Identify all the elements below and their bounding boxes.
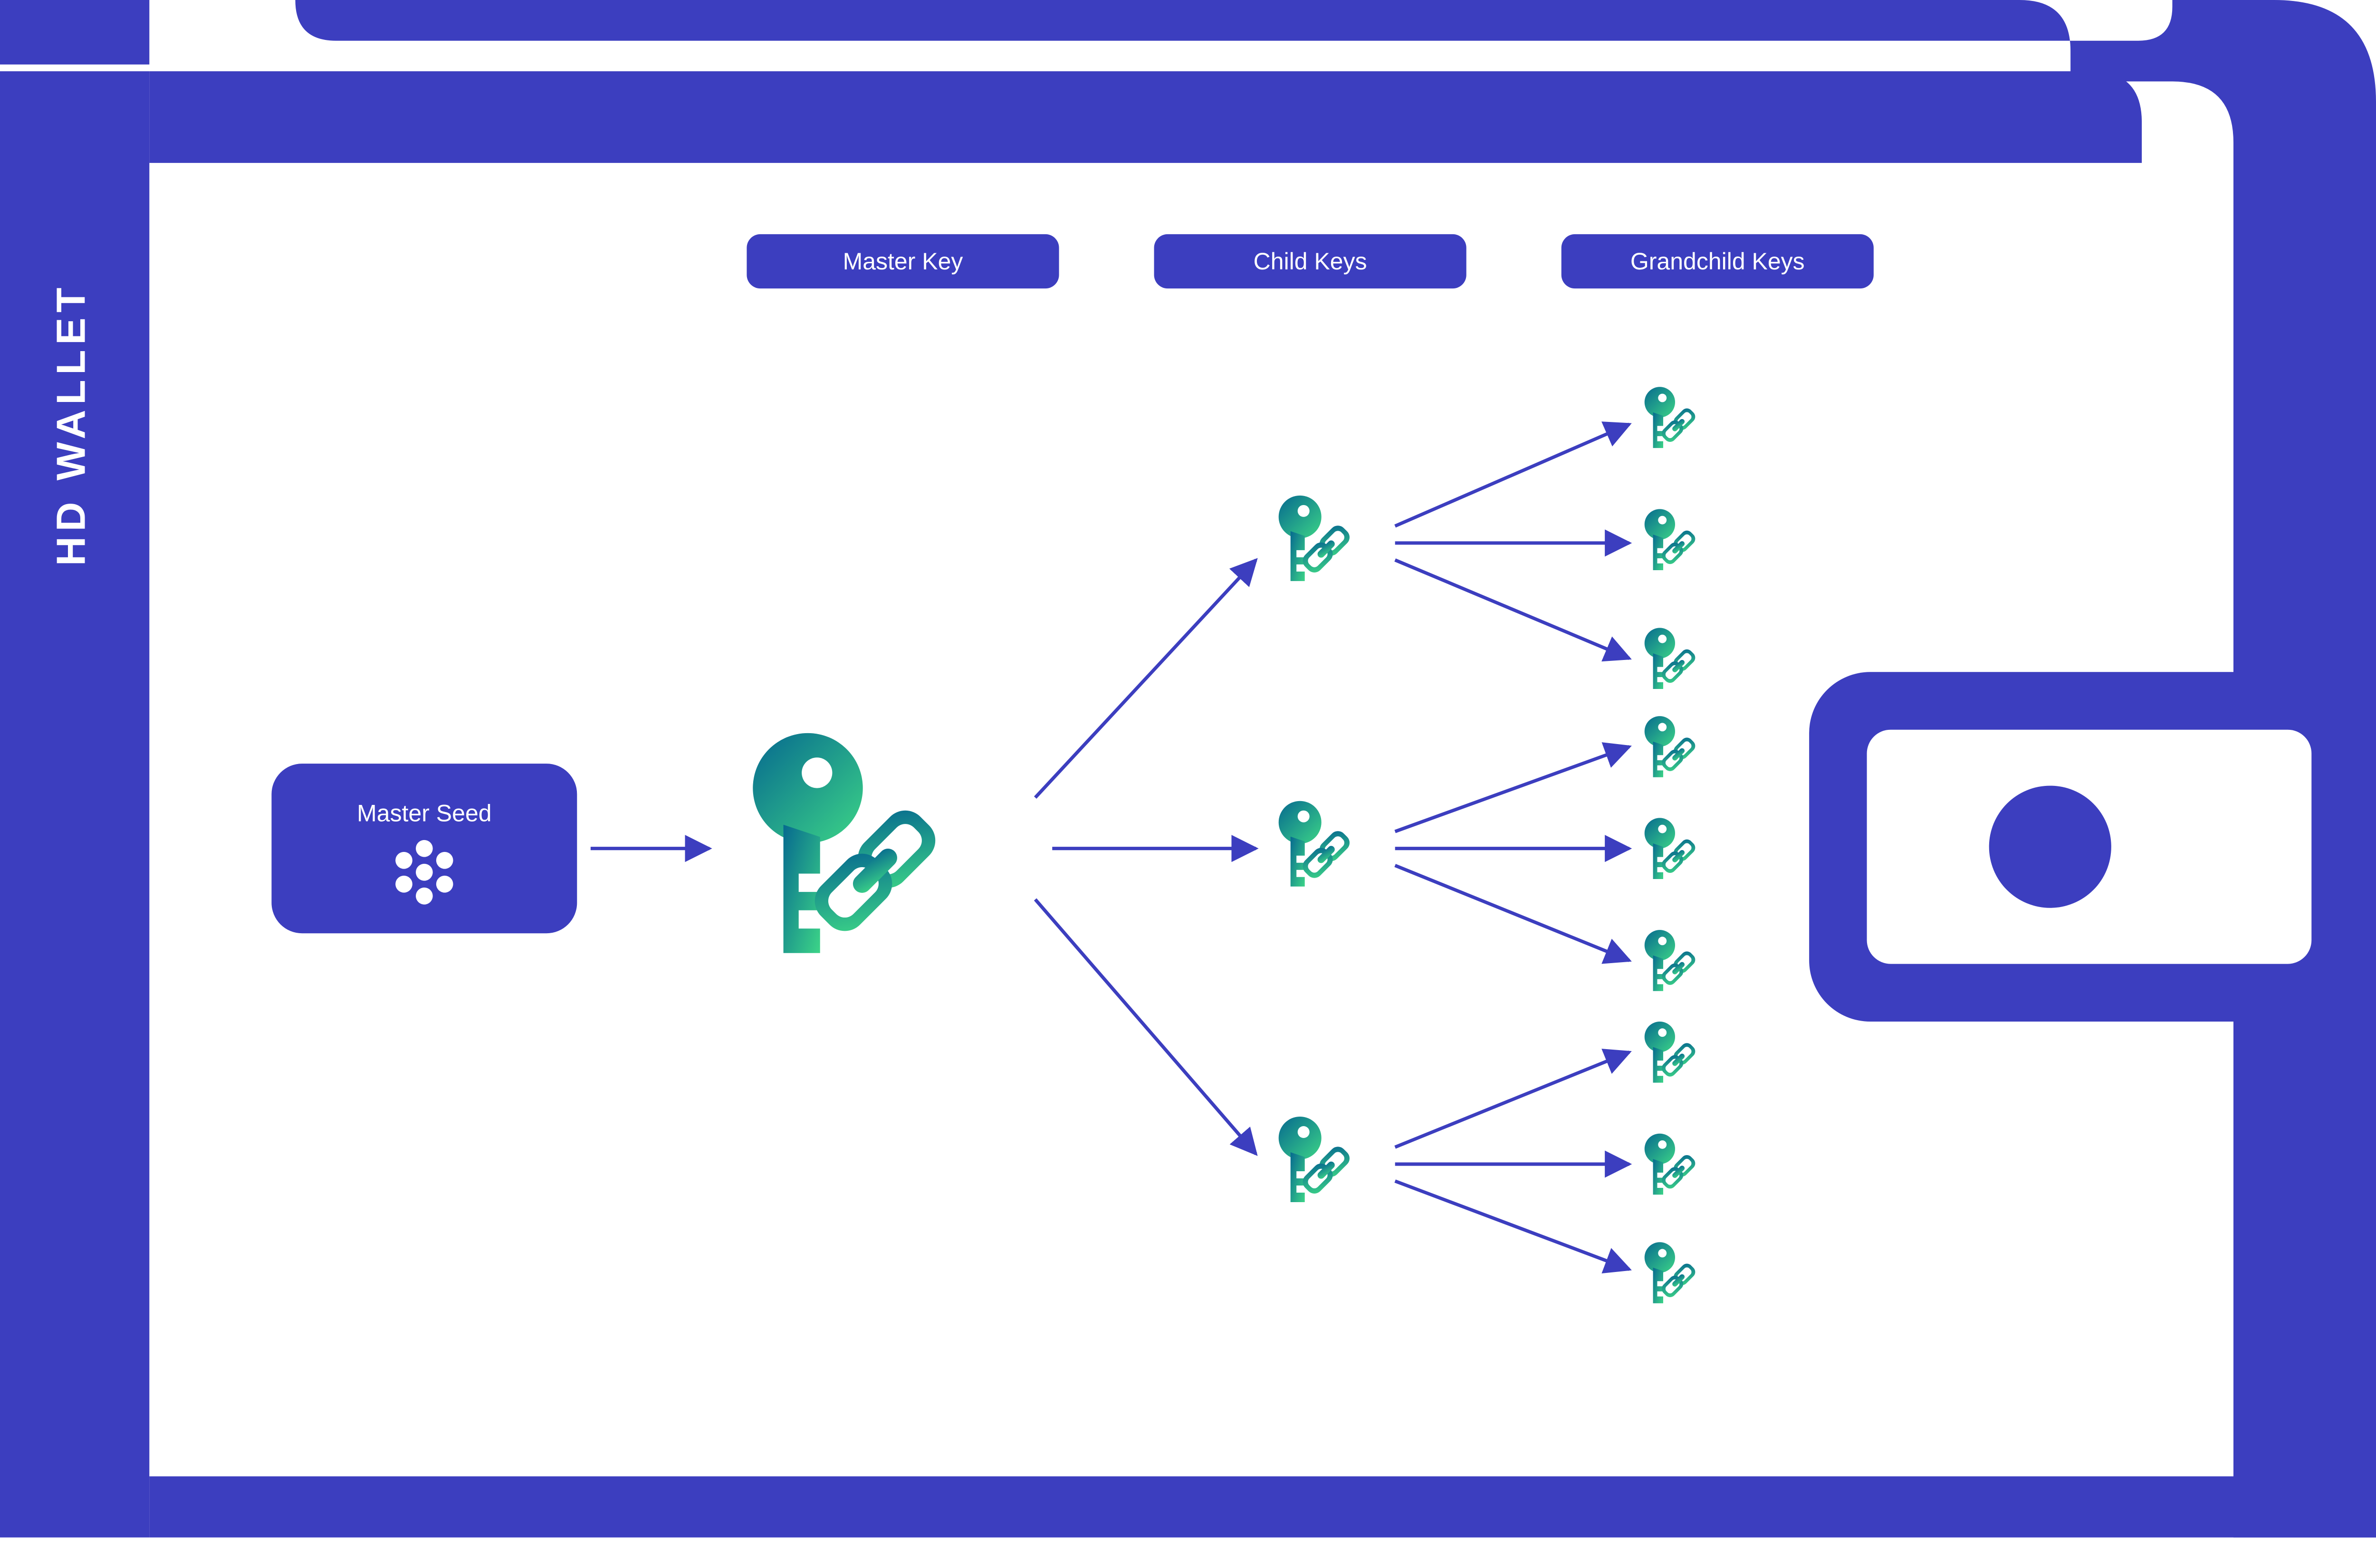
grandchild-key-7 <box>1645 1022 1698 1083</box>
master-key-icon <box>753 733 944 953</box>
pill-master-key: Master Key <box>747 234 1059 288</box>
svg-text:Master Seed: Master Seed <box>357 800 491 827</box>
wallet-title: HD WALLET <box>48 283 94 566</box>
child-key-2 <box>1279 801 1353 887</box>
grandchild-key-2 <box>1645 509 1698 570</box>
pill-grandchild-keys: Grandchild Keys <box>1562 234 1874 288</box>
grandchild-key-3 <box>1645 628 1698 689</box>
arrow-master-to-child-3 <box>1035 899 1256 1154</box>
svg-text:Child Keys: Child Keys <box>1254 248 1367 275</box>
svg-text:Master Key: Master Key <box>843 248 963 275</box>
arrow-c3-g1 <box>1395 1052 1629 1147</box>
arrow-c2-g1 <box>1395 746 1629 832</box>
arrow-c1-g1 <box>1395 424 1629 526</box>
grandchild-key-8 <box>1645 1134 1698 1195</box>
arrow-c3-g3 <box>1395 1181 1629 1270</box>
pill-child-keys: Child Keys <box>1154 234 1466 288</box>
hd-wallet-diagram: HD WALLET Master Key Child Keys Grandchi… <box>0 0 2376 1538</box>
arrow-c2-g3 <box>1395 865 1629 960</box>
arrow-master-to-child-1 <box>1035 560 1256 798</box>
wallet-button-icon <box>1809 672 2311 1022</box>
master-seed-box: Master Seed <box>271 764 577 933</box>
child-key-1 <box>1279 496 1353 581</box>
svg-text:Grandchild Keys: Grandchild Keys <box>1630 248 1805 275</box>
grandchild-key-6 <box>1645 930 1698 991</box>
grandchild-key-9 <box>1645 1242 1698 1303</box>
grandchild-key-4 <box>1645 716 1698 777</box>
arrow-c1-g3 <box>1395 560 1629 659</box>
child-key-3 <box>1279 1117 1353 1202</box>
grandchild-key-5 <box>1645 818 1698 879</box>
grandchild-key-1 <box>1645 387 1698 448</box>
